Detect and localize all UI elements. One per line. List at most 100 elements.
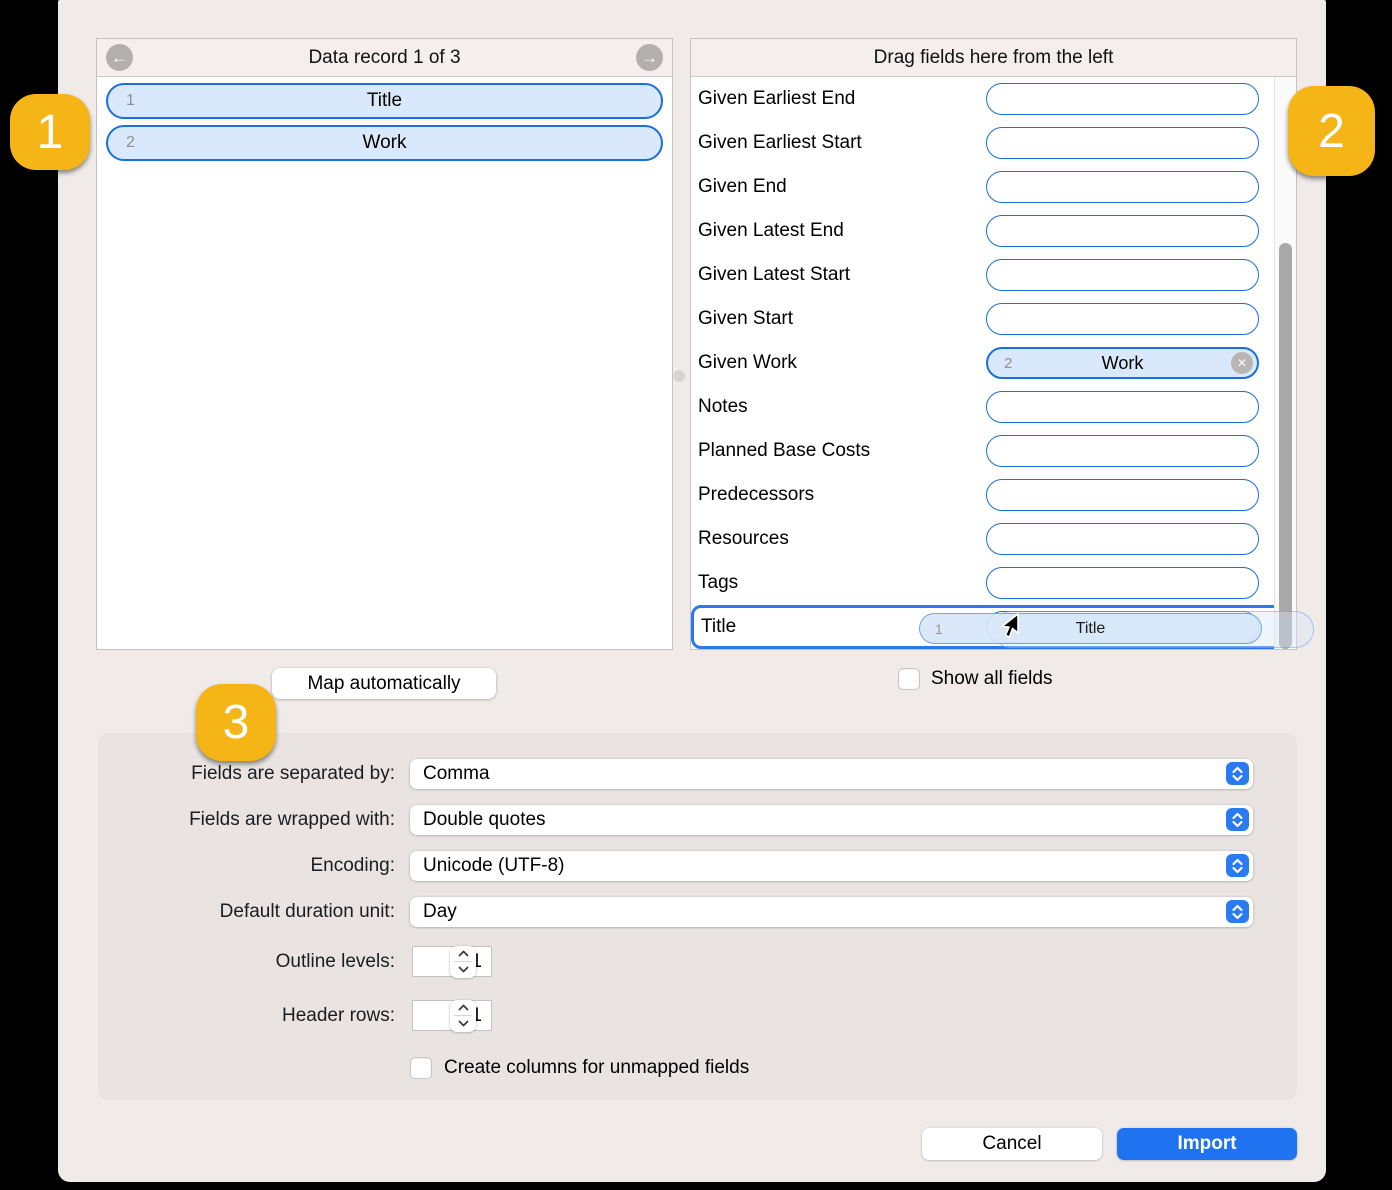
next-record-button[interactable]: → xyxy=(636,44,663,71)
stepper-up-icon[interactable] xyxy=(450,946,476,962)
field-mapping-title: Drag fields here from the left xyxy=(874,47,1114,69)
field-label: Given Earliest Start xyxy=(691,132,862,154)
cancel-button[interactable]: Cancel xyxy=(922,1128,1102,1160)
field-row: Given End xyxy=(691,165,1296,209)
wrapper-popup[interactable]: Double quotes xyxy=(410,805,1253,835)
header-rows-stepper[interactable] xyxy=(450,1000,476,1032)
data-record-panel: ← Data record 1 of 3 → 1Title 2Work xyxy=(96,38,673,650)
wrapper-row: Fields are wrapped with: Double quotes xyxy=(98,804,1297,835)
field-drop-target[interactable] xyxy=(986,435,1259,467)
field-row: Given Start xyxy=(691,297,1296,341)
show-all-fields-row: Show all fields xyxy=(898,668,1052,690)
field-pill-zone xyxy=(986,435,1259,467)
field-drop-target[interactable] xyxy=(986,127,1259,159)
field-pill-zone xyxy=(986,567,1259,599)
import-button[interactable]: Import xyxy=(1117,1128,1297,1160)
show-all-fields-checkbox[interactable] xyxy=(898,668,920,690)
field-pill-zone xyxy=(986,127,1259,159)
create-columns-label: Create columns for unmapped fields xyxy=(444,1057,749,1079)
field-drop-target[interactable] xyxy=(986,215,1259,247)
field-label: Planned Base Costs xyxy=(691,440,870,462)
field-row: Given Earliest End xyxy=(691,77,1296,121)
source-field-pill[interactable]: 2Work xyxy=(106,125,663,161)
field-pill-zone xyxy=(986,479,1259,511)
scrollbar-thumb[interactable] xyxy=(1279,243,1292,649)
header-rows-label: Header rows: xyxy=(98,1005,395,1027)
splitter-handle[interactable] xyxy=(673,370,685,382)
popup-chevrons-icon xyxy=(1226,900,1249,923)
field-label: Given Latest Start xyxy=(691,264,850,286)
field-pill-zone xyxy=(986,83,1259,115)
field-name: Title xyxy=(367,90,402,112)
stepper-up-icon[interactable] xyxy=(450,1000,476,1016)
field-pill-zone xyxy=(986,391,1259,423)
duration-unit-popup[interactable]: Day xyxy=(410,897,1253,927)
field-name: Title xyxy=(1076,620,1106,638)
field-drop-target[interactable] xyxy=(986,523,1259,555)
create-columns-checkbox[interactable] xyxy=(410,1057,432,1079)
remove-mapping-button[interactable]: ✕ xyxy=(1231,352,1253,374)
duration-unit-value: Day xyxy=(410,901,1226,923)
field-name: Work xyxy=(1102,353,1144,374)
stepper-down-icon[interactable] xyxy=(450,962,476,978)
field-row: Tags xyxy=(691,561,1296,605)
stepper-down-icon[interactable] xyxy=(450,1016,476,1032)
popup-chevrons-icon xyxy=(1226,808,1249,831)
field-row: Given Work2Work✕ xyxy=(691,341,1296,385)
field-label: Given Work xyxy=(691,352,797,374)
field-drop-target[interactable] xyxy=(986,567,1259,599)
callout-badge-3: 3 xyxy=(196,684,276,761)
field-drop-target[interactable] xyxy=(986,479,1259,511)
import-settings-panel: Fields are separated by: Comma Fields ar… xyxy=(98,733,1297,1100)
field-index: 2 xyxy=(126,134,135,152)
encoding-row: Encoding: Unicode (UTF-8) xyxy=(98,850,1297,881)
callout-badge-1: 1 xyxy=(10,94,90,170)
field-row: Title 1 Title xyxy=(691,605,1296,649)
field-row: Predecessors xyxy=(691,473,1296,517)
encoding-popup[interactable]: Unicode (UTF-8) xyxy=(410,851,1253,881)
field-label: Given Start xyxy=(691,308,793,330)
dragged-field-pill[interactable]: 1 Title xyxy=(919,613,1262,644)
screenshot-root: ← Data record 1 of 3 → 1Title2Work Drag … xyxy=(0,0,1392,1190)
field-label: Notes xyxy=(691,396,748,418)
source-field-pill[interactable]: 1Title xyxy=(106,83,663,119)
encoding-value: Unicode (UTF-8) xyxy=(410,855,1226,877)
data-record-header: ← Data record 1 of 3 → xyxy=(97,39,672,77)
field-pill-zone xyxy=(986,523,1259,555)
field-label: Title xyxy=(694,616,736,638)
outline-levels-label: Outline levels: xyxy=(98,951,395,973)
field-label: Resources xyxy=(691,528,789,550)
header-rows-row: Header rows: 1 xyxy=(98,1000,1297,1031)
field-pill-zone xyxy=(986,303,1259,335)
outline-levels-stepper[interactable] xyxy=(450,946,476,978)
field-index: 1 xyxy=(935,621,943,637)
mapped-field-pill[interactable]: 2Work✕ xyxy=(986,347,1259,379)
data-record-title: Data record 1 of 3 xyxy=(308,47,460,69)
field-drop-target[interactable] xyxy=(986,391,1259,423)
field-drop-target[interactable] xyxy=(986,259,1259,291)
callout-badge-2: 2 xyxy=(1288,86,1375,176)
field-row: Given Latest Start xyxy=(691,253,1296,297)
duration-unit-label: Default duration unit: xyxy=(98,901,395,923)
source-field-list: 1Title 2Work xyxy=(97,83,672,655)
separator-popup[interactable]: Comma xyxy=(410,759,1253,789)
previous-record-button[interactable]: ← xyxy=(106,44,133,71)
field-pill-zone: 2Work✕ xyxy=(986,347,1259,379)
import-dialog: ← Data record 1 of 3 → 1Title2Work Drag … xyxy=(58,0,1326,1182)
encoding-label: Encoding: xyxy=(98,855,395,877)
popup-chevrons-icon xyxy=(1226,854,1249,877)
field-drop-target[interactable] xyxy=(986,171,1259,203)
field-label: Given End xyxy=(691,176,787,198)
field-drop-target[interactable] xyxy=(986,303,1259,335)
mouse-cursor-icon xyxy=(1000,612,1024,651)
separator-row: Fields are separated by: Comma xyxy=(98,758,1297,789)
duration-unit-row: Default duration unit: Day xyxy=(98,896,1297,927)
field-row: Planned Base Costs xyxy=(691,429,1296,473)
field-drop-target[interactable] xyxy=(986,83,1259,115)
wrapper-label: Fields are wrapped with: xyxy=(98,809,395,831)
field-mapping-header: Drag fields here from the left xyxy=(691,39,1296,77)
field-label: Given Latest End xyxy=(691,220,844,242)
field-row: Given Latest End xyxy=(691,209,1296,253)
map-automatically-button[interactable]: Map automatically xyxy=(272,668,496,699)
field-row: Given Earliest Start xyxy=(691,121,1296,165)
